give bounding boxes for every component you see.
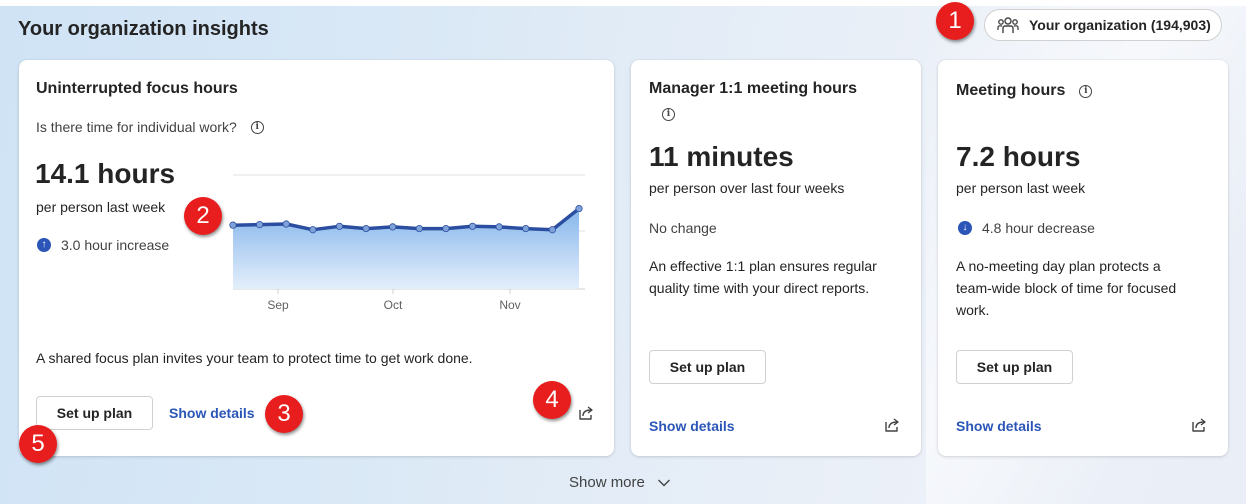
trend-text: 3.0 hour increase	[61, 237, 170, 253]
info-icon[interactable]: i	[1079, 84, 1093, 98]
description-line: A no-meeting day plan protects a	[956, 258, 1161, 274]
metric-value: 7.2 hours	[956, 141, 1081, 172]
trend-text: No change	[649, 220, 717, 236]
metric-subtitle: per person last week	[956, 180, 1086, 196]
chevron-down-icon	[657, 479, 670, 486]
card-question-text: Is there time for individual work?	[36, 119, 237, 135]
chart-data-point	[362, 224, 370, 233]
trend-text: 4.8 hour decrease	[982, 220, 1095, 236]
chart-data-point	[442, 224, 450, 233]
chart-data-point	[415, 224, 423, 233]
show-more-label: Show more	[569, 474, 645, 491]
card-question: Is there time for individual work? i	[36, 119, 264, 135]
card-title: Manager 1:1 meeting hours	[649, 80, 858, 97]
chart-x-tick-label: Sep	[267, 298, 289, 312]
meeting-hours-card: Meeting hours i 7.2 hours per person las…	[938, 60, 1228, 456]
set-up-plan-button[interactable]: Set up plan	[956, 350, 1073, 384]
show-details-link[interactable]: Show details	[649, 418, 735, 434]
annotation-badge-3: 3	[265, 395, 303, 433]
set-up-plan-button[interactable]: Set up plan	[36, 396, 153, 430]
card-description: An effective 1:1 plan ensures regular qu…	[649, 255, 877, 299]
chart-data-point	[575, 205, 583, 213]
annotation-badge-1: 1	[936, 2, 974, 40]
manager-meeting-hours-card: Manager 1:1 meeting hours i 11 minutes p…	[631, 60, 921, 456]
chart-data-point	[256, 220, 264, 229]
chart-data-point	[468, 222, 477, 230]
chart-data-point	[309, 226, 317, 234]
chart-data-point	[229, 221, 237, 229]
annotation-badge-5: 5	[19, 425, 57, 463]
chart-data-point	[548, 226, 556, 234]
arrow-up-icon: ↑	[37, 238, 51, 252]
chart-x-tick-label: Oct	[384, 298, 403, 312]
info-icon[interactable]: i	[662, 108, 675, 121]
arrow-down-icon: ↓	[958, 221, 972, 235]
card-description: A shared focus plan invites your team to…	[36, 350, 473, 366]
chart-x-tick-label: Nov	[499, 298, 520, 312]
show-more-button[interactable]: Show more	[569, 474, 671, 491]
trend-indicator: ↓ 4.8 hour decrease	[958, 220, 1095, 236]
share-icon[interactable]	[577, 404, 595, 422]
chart-area-fill	[233, 208, 579, 289]
card-title-text: Meeting hours	[956, 82, 1066, 99]
card-description: A no-meeting day plan protects a team-wi…	[956, 255, 1176, 321]
metric-value: 11 minutes	[649, 141, 794, 172]
share-icon[interactable]	[883, 416, 901, 434]
show-details-link[interactable]: Show details	[169, 405, 255, 421]
chart-data-point	[495, 223, 503, 231]
chart-data-point	[335, 222, 344, 230]
chart-data-point	[389, 223, 397, 231]
chart-data-point	[522, 224, 530, 233]
organization-selector[interactable]: Your organization (194,903)	[984, 9, 1222, 41]
card-title: Meeting hours i	[956, 82, 1093, 100]
set-up-plan-button[interactable]: Set up plan	[649, 350, 766, 384]
description-line: team-wide block of time for focused	[956, 280, 1177, 296]
chart-data-point	[282, 220, 290, 228]
info-icon[interactable]: i	[250, 120, 264, 134]
people-group-icon	[997, 17, 1019, 33]
annotation-badge-4: 4	[533, 381, 571, 419]
metric-subtitle: per person over last four weeks	[649, 180, 845, 196]
trend-indicator: ↑ 3.0 hour increase	[37, 237, 169, 253]
annotation-badge-2: 2	[184, 197, 222, 235]
metric-value: 14.1 hours	[35, 158, 176, 189]
description-line: work.	[956, 302, 990, 318]
description-line: An effective 1:1 plan ensures regular	[649, 258, 877, 274]
card-title: Uninterrupted focus hours	[36, 80, 238, 97]
show-details-link[interactable]: Show details	[956, 418, 1042, 434]
focus-hours-chart: Sep Oct Nov	[229, 174, 585, 312]
organization-selector-label: Your organization (194,903)	[1029, 17, 1211, 33]
description-line: quality time with your direct reports.	[649, 280, 870, 296]
metric-subtitle: per person last week	[36, 199, 166, 215]
share-icon[interactable]	[1190, 416, 1208, 434]
page-title: Your organization insights	[18, 18, 269, 40]
focus-hours-card: Uninterrupted focus hours Is there time …	[19, 60, 614, 456]
